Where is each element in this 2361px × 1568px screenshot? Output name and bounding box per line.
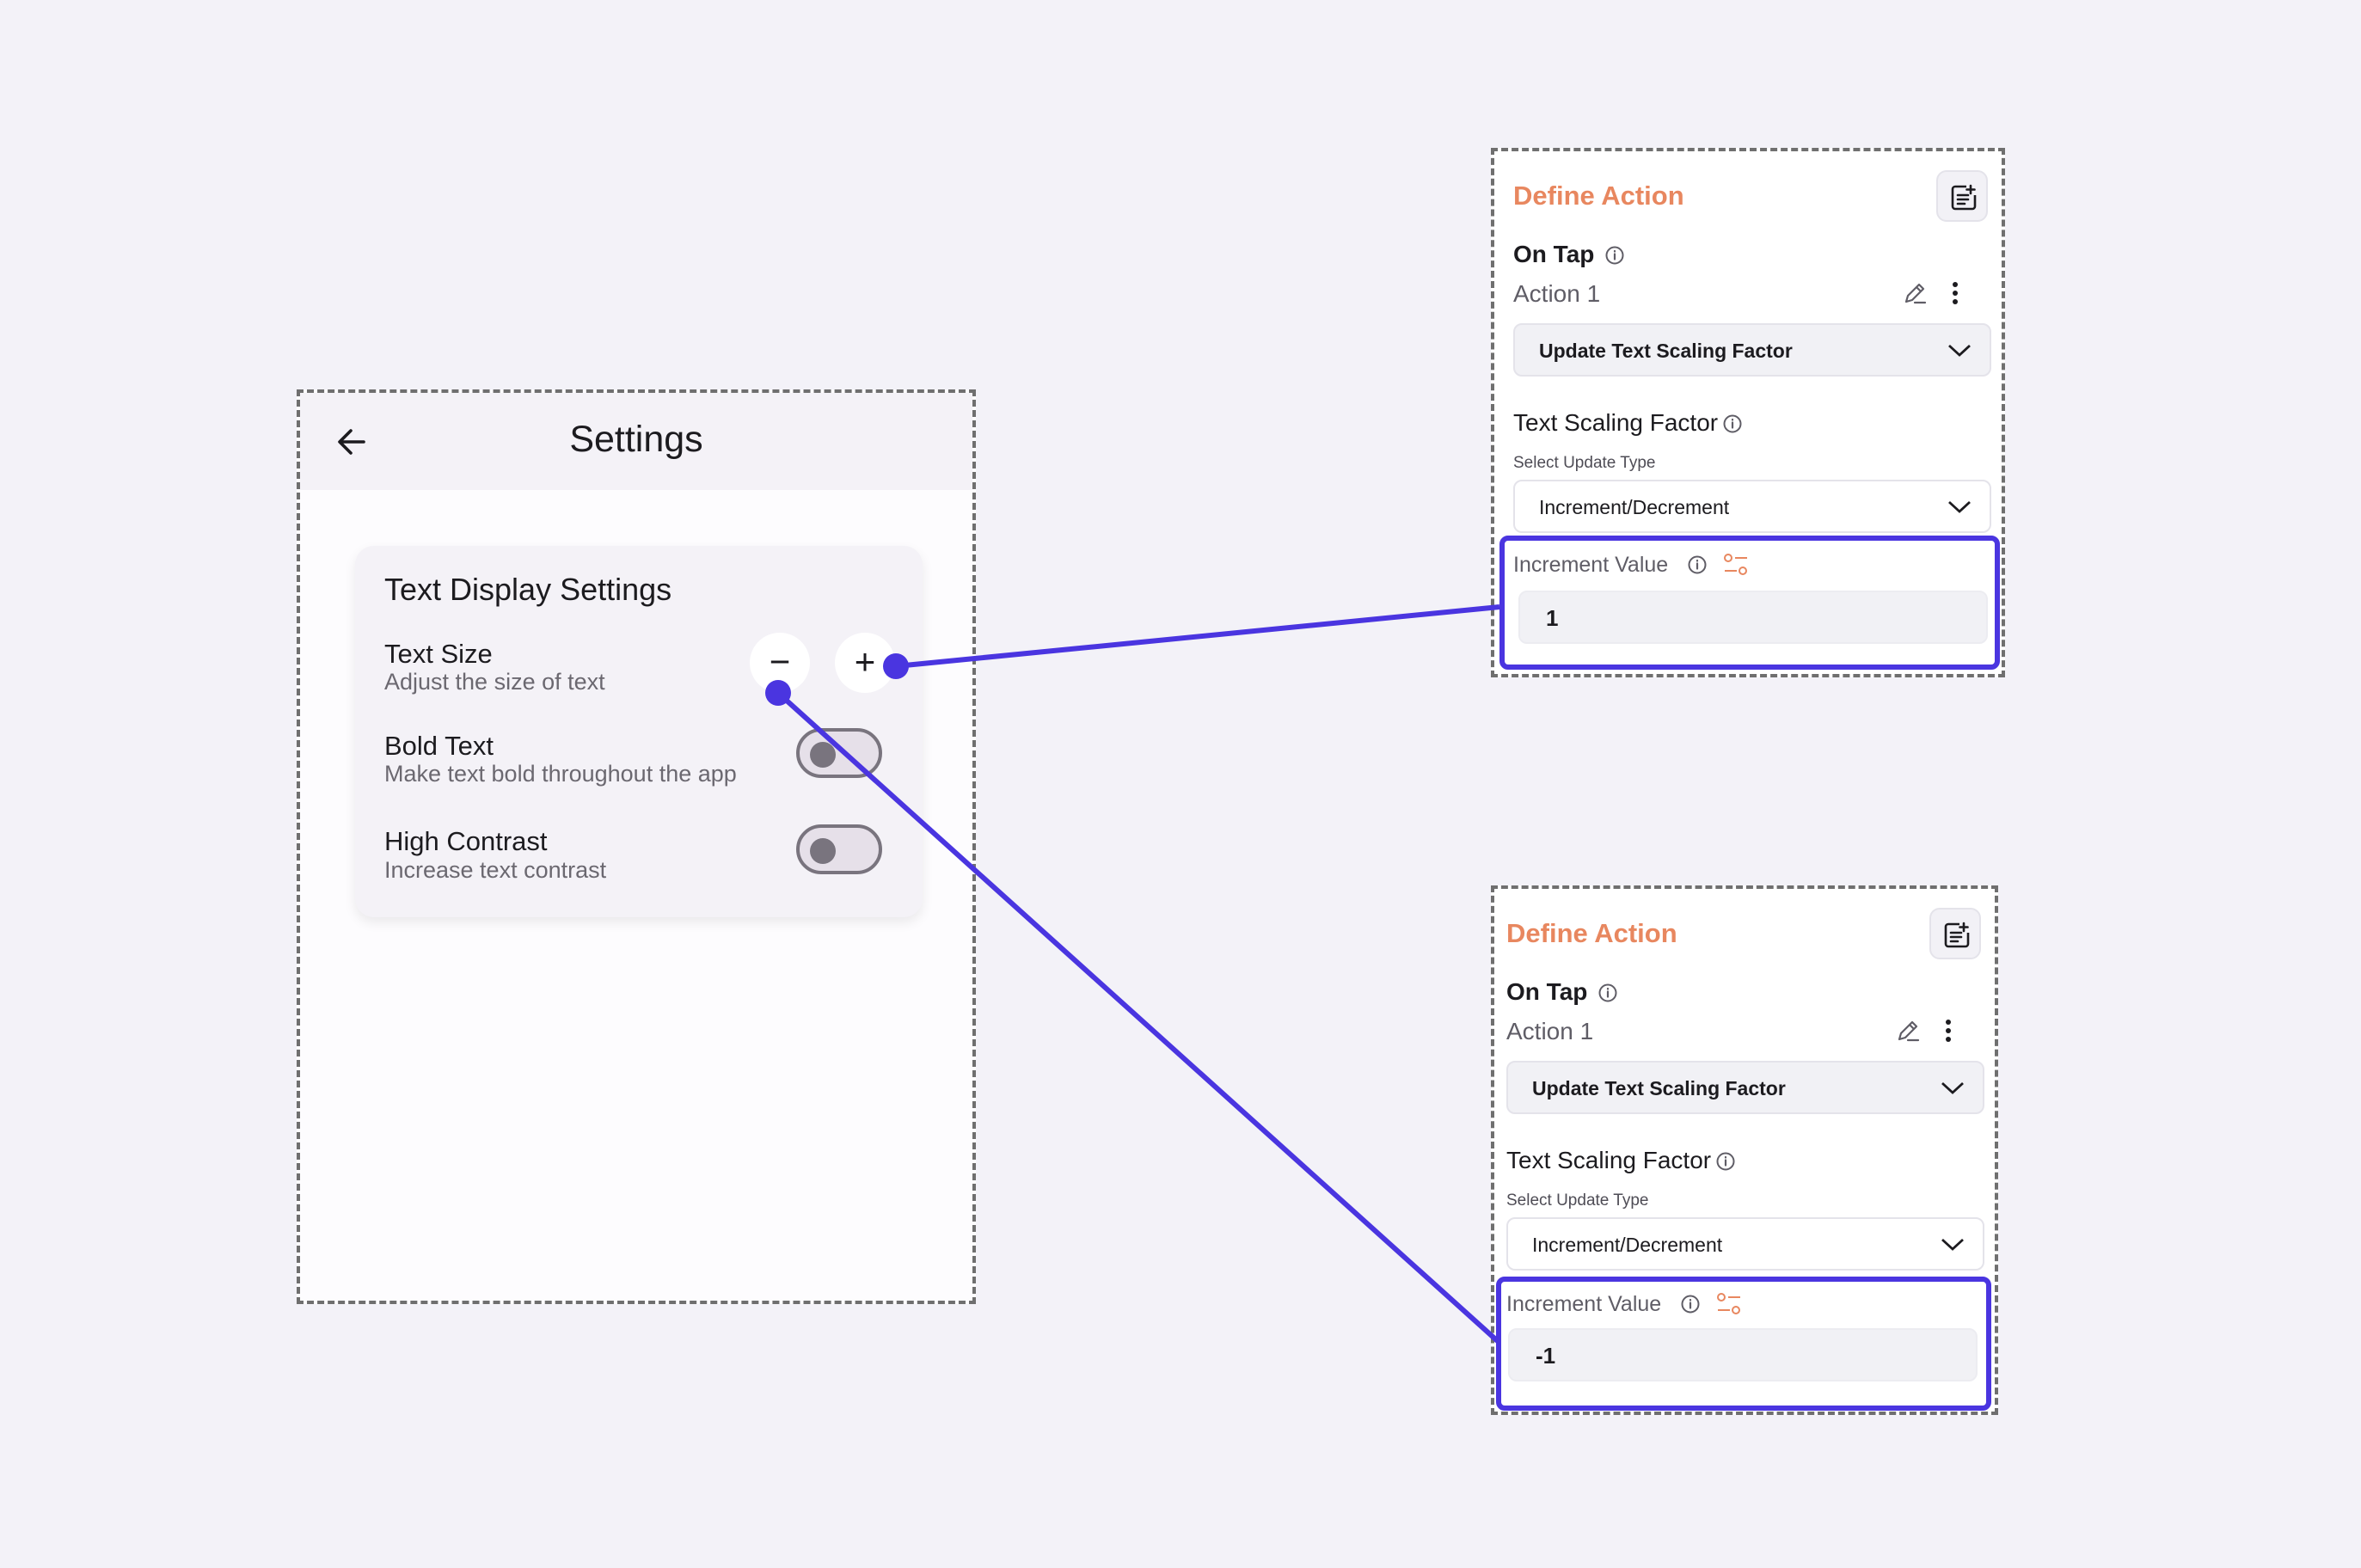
increase-connector-line bbox=[895, 604, 1500, 669]
connector-lines bbox=[765, 604, 1502, 1345]
decrease-connector-line bbox=[776, 690, 1502, 1345]
decrease-connector-dot bbox=[765, 680, 791, 706]
increase-connector-dot bbox=[883, 653, 909, 679]
